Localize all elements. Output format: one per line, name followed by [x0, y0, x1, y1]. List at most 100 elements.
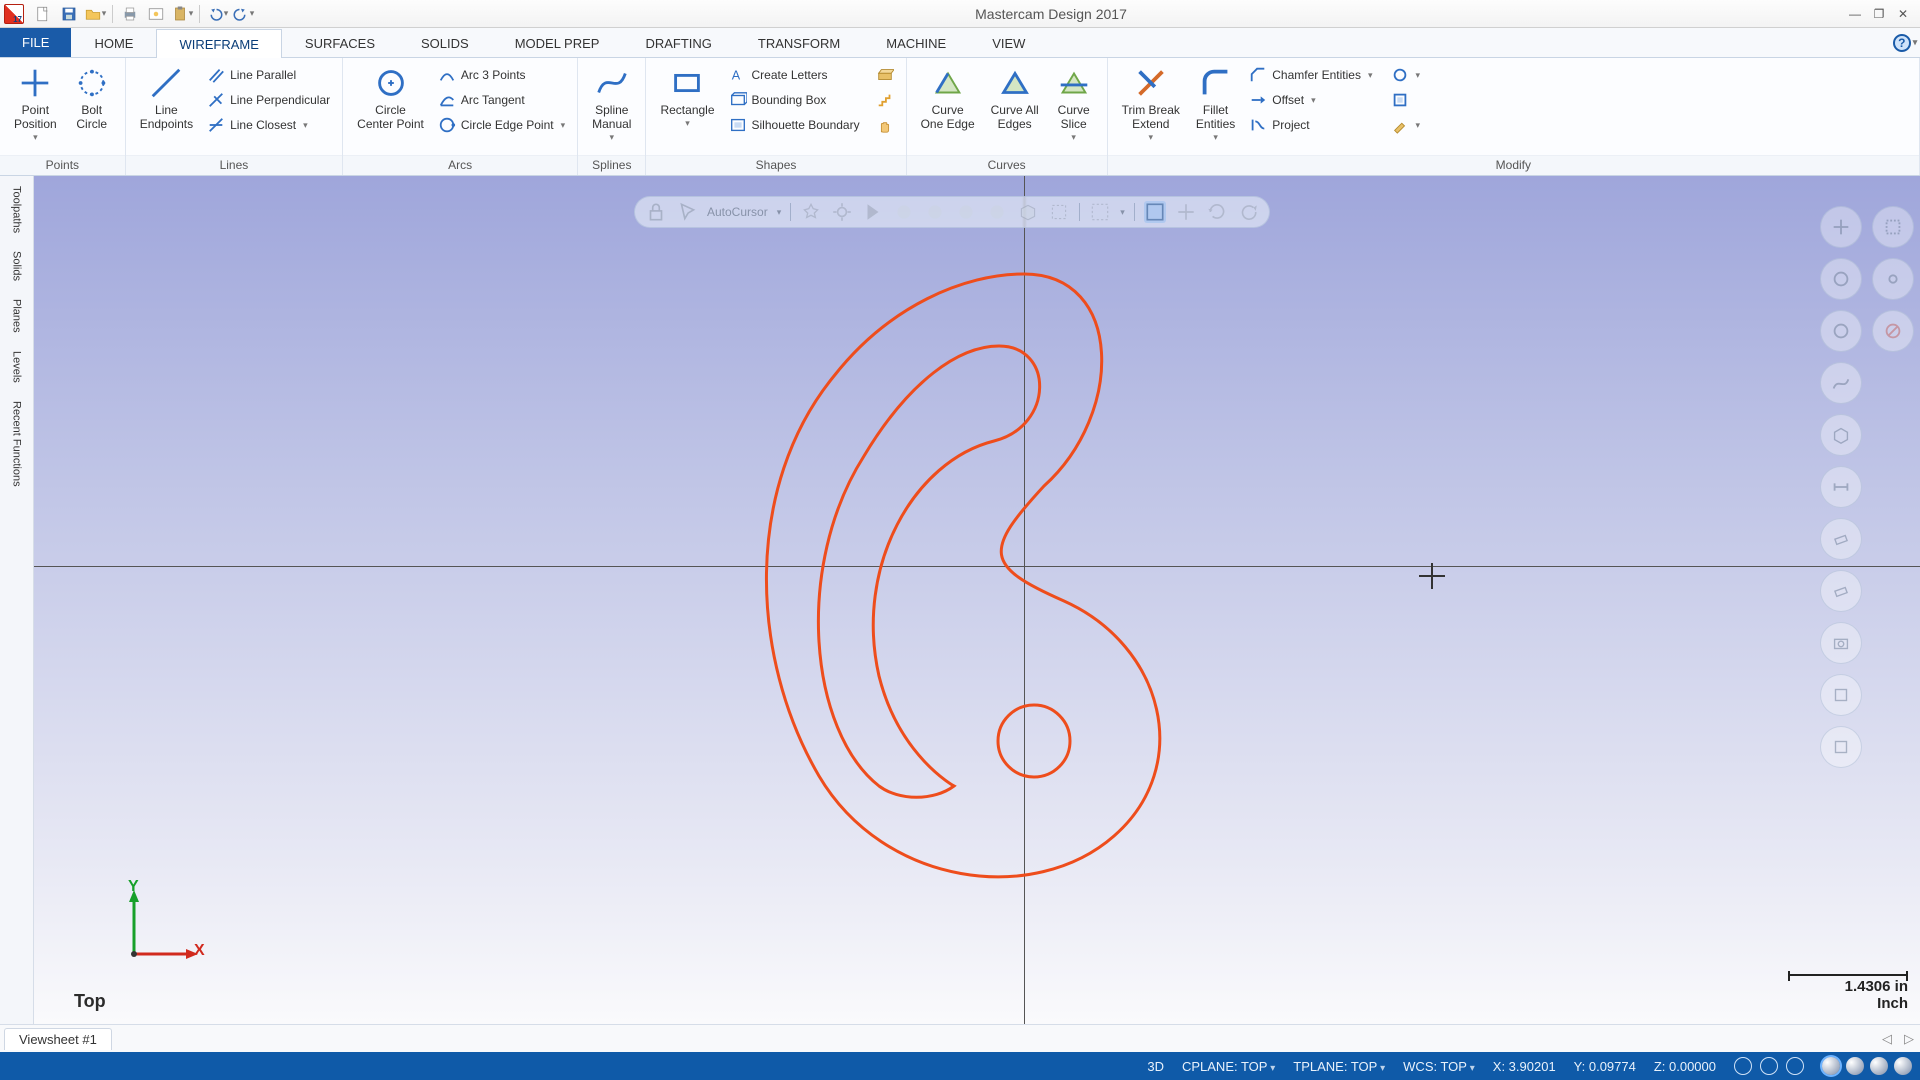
fb-rotate-icon[interactable]	[1206, 201, 1228, 223]
viewsheet-tab[interactable]: Viewsheet #1	[4, 1028, 112, 1050]
status-3d[interactable]: 3D	[1147, 1059, 1164, 1074]
selection-floating-toolbar[interactable]: AutoCursor ▾ ▾	[634, 196, 1270, 228]
fb-verify-icon[interactable]	[1144, 201, 1166, 223]
sidetab-toolpaths[interactable]: Toolpaths	[9, 182, 25, 237]
qv-eraser2-button[interactable]	[1820, 570, 1862, 612]
silhouette-boundary-button[interactable]: Silhouette Boundary	[723, 114, 866, 136]
sidetab-solids[interactable]: Solids	[9, 247, 25, 285]
tab-wireframe[interactable]: WIREFRAME	[156, 29, 281, 58]
spline-manual-button[interactable]: Spline Manual ▾	[584, 62, 639, 144]
qv-front-button[interactable]	[1820, 674, 1862, 716]
sidetab-levels[interactable]: Levels	[9, 347, 25, 387]
line-endpoints-button[interactable]: Line Endpoints	[132, 62, 201, 134]
offset-button[interactable]: Offset▾	[1243, 89, 1378, 111]
sidetab-recent[interactable]: Recent Functions	[9, 397, 25, 491]
fb-translate-icon[interactable]	[1175, 201, 1197, 223]
qv-topview-button[interactable]	[1820, 310, 1862, 352]
minimize-button[interactable]: —	[1846, 7, 1864, 21]
sheet-next-button[interactable]: ▷	[1898, 1031, 1920, 1047]
help-button[interactable]: ? ▾	[1890, 28, 1920, 57]
qv-eraser-button[interactable]	[1820, 518, 1862, 560]
shading-mode-button[interactable]	[1822, 1057, 1840, 1075]
qat-new-button[interactable]	[31, 3, 55, 25]
line-parallel-button[interactable]: Line Parallel	[201, 64, 336, 86]
circle-edge-point-button[interactable]: Circle Edge Point ▾	[432, 114, 571, 136]
fb-star-icon[interactable]	[800, 201, 822, 223]
bolt-circle-button[interactable]: Bolt Circle	[65, 62, 119, 134]
project-button[interactable]: Project	[1243, 114, 1378, 136]
fb-sphere2-icon[interactable]	[924, 201, 946, 223]
fb-lock-icon[interactable]	[645, 201, 667, 223]
viewport[interactable]: AutoCursor ▾ ▾	[34, 176, 1920, 1024]
fillet-entities-button[interactable]: Fillet Entities ▾	[1188, 62, 1243, 144]
sidetab-planes[interactable]: Planes	[9, 295, 25, 337]
tab-surfaces[interactable]: SURFACES	[282, 28, 398, 57]
fb-select-icon[interactable]	[1048, 201, 1070, 223]
tab-view[interactable]: VIEW	[969, 28, 1048, 57]
fb-sphere1-icon[interactable]	[893, 201, 915, 223]
qat-print-button[interactable]	[118, 3, 142, 25]
qat-redo-button[interactable]: ▾	[231, 3, 255, 25]
qat-undo-button[interactable]: ▾	[205, 3, 229, 25]
qv-noentry-button[interactable]	[1872, 310, 1914, 352]
tab-drafting[interactable]: DRAFTING	[622, 28, 734, 57]
status-wcs[interactable]: WCS: TOP	[1403, 1059, 1475, 1074]
shading-mode-button[interactable]	[1846, 1057, 1864, 1075]
qv-cube-button[interactable]	[1820, 414, 1862, 456]
fb-undoview-icon[interactable]	[1237, 201, 1259, 223]
qv-iso-button[interactable]	[1820, 726, 1862, 768]
status-cplane[interactable]: CPLANE: TOP	[1182, 1059, 1275, 1074]
tab-transform[interactable]: TRANSFORM	[735, 28, 863, 57]
modify-misc2-button[interactable]	[1385, 89, 1427, 111]
fb-sphere3-icon[interactable]	[955, 201, 977, 223]
globe-icon[interactable]	[1786, 1057, 1804, 1075]
close-button[interactable]: ✕	[1894, 7, 1912, 21]
qat-save-button[interactable]	[57, 3, 81, 25]
fb-arrow-icon[interactable]	[862, 201, 884, 223]
qv-camera-button[interactable]	[1820, 622, 1862, 664]
shapes-misc1-button[interactable]	[870, 64, 900, 86]
curve-all-edges-button[interactable]: Curve All Edges	[983, 62, 1047, 134]
globe-icon[interactable]	[1760, 1057, 1778, 1075]
tab-modelprep[interactable]: MODEL PREP	[492, 28, 623, 57]
status-tplane[interactable]: TPLANE: TOP	[1293, 1059, 1385, 1074]
shading-mode-button[interactable]	[1894, 1057, 1912, 1075]
qv-gear-button[interactable]	[1872, 258, 1914, 300]
modify-misc3-button[interactable]: ▾	[1385, 114, 1427, 136]
qv-rotate-button[interactable]	[1820, 258, 1862, 300]
chamfer-entities-button[interactable]: Chamfer Entities▾	[1243, 64, 1378, 86]
qv-zoomfit-button[interactable]	[1820, 206, 1862, 248]
fb-cube-icon[interactable]	[1017, 201, 1039, 223]
qat-paste-button[interactable]: ▾	[170, 3, 194, 25]
restore-button[interactable]: ❐	[1870, 7, 1888, 21]
tab-home[interactable]: HOME	[71, 28, 156, 57]
point-position-button[interactable]: Point Position ▾	[6, 62, 65, 144]
arc-tangent-button[interactable]: Arc Tangent	[432, 89, 571, 111]
tab-solids[interactable]: SOLIDS	[398, 28, 492, 57]
circle-center-point-button[interactable]: Circle Center Point	[349, 62, 432, 134]
qat-open-button[interactable]: ▾	[83, 3, 107, 25]
globe-icon[interactable]	[1734, 1057, 1752, 1075]
line-perpendicular-button[interactable]: Line Perpendicular	[201, 89, 336, 111]
curve-one-edge-button[interactable]: Curve One Edge	[913, 62, 983, 134]
curve-slice-button[interactable]: Curve Slice ▾	[1047, 62, 1101, 144]
shading-mode-button[interactable]	[1870, 1057, 1888, 1075]
qv-zoomwin-button[interactable]	[1872, 206, 1914, 248]
shapes-misc2-button[interactable]	[870, 89, 900, 111]
bounding-box-button[interactable]: Bounding Box	[723, 89, 866, 111]
fb-cursor-icon[interactable]	[676, 201, 698, 223]
tab-machine[interactable]: MACHINE	[863, 28, 969, 57]
create-letters-button[interactable]: A Create Letters	[723, 64, 866, 86]
fb-sphere4-icon[interactable]	[986, 201, 1008, 223]
qat-config-button[interactable]	[144, 3, 168, 25]
trim-break-extend-button[interactable]: Trim Break Extend ▾	[1114, 62, 1188, 144]
fb-gear-icon[interactable]	[831, 201, 853, 223]
arc-3-points-button[interactable]: Arc 3 Points	[432, 64, 571, 86]
qv-section-button[interactable]	[1820, 466, 1862, 508]
fb-window-icon[interactable]	[1089, 201, 1111, 223]
tab-file[interactable]: FILE	[0, 28, 71, 57]
shapes-misc3-button[interactable]	[870, 114, 900, 136]
modify-misc1-button[interactable]: ▾	[1385, 64, 1427, 86]
line-closest-button[interactable]: Line Closest ▾	[201, 114, 336, 136]
qv-spline-button[interactable]	[1820, 362, 1862, 404]
